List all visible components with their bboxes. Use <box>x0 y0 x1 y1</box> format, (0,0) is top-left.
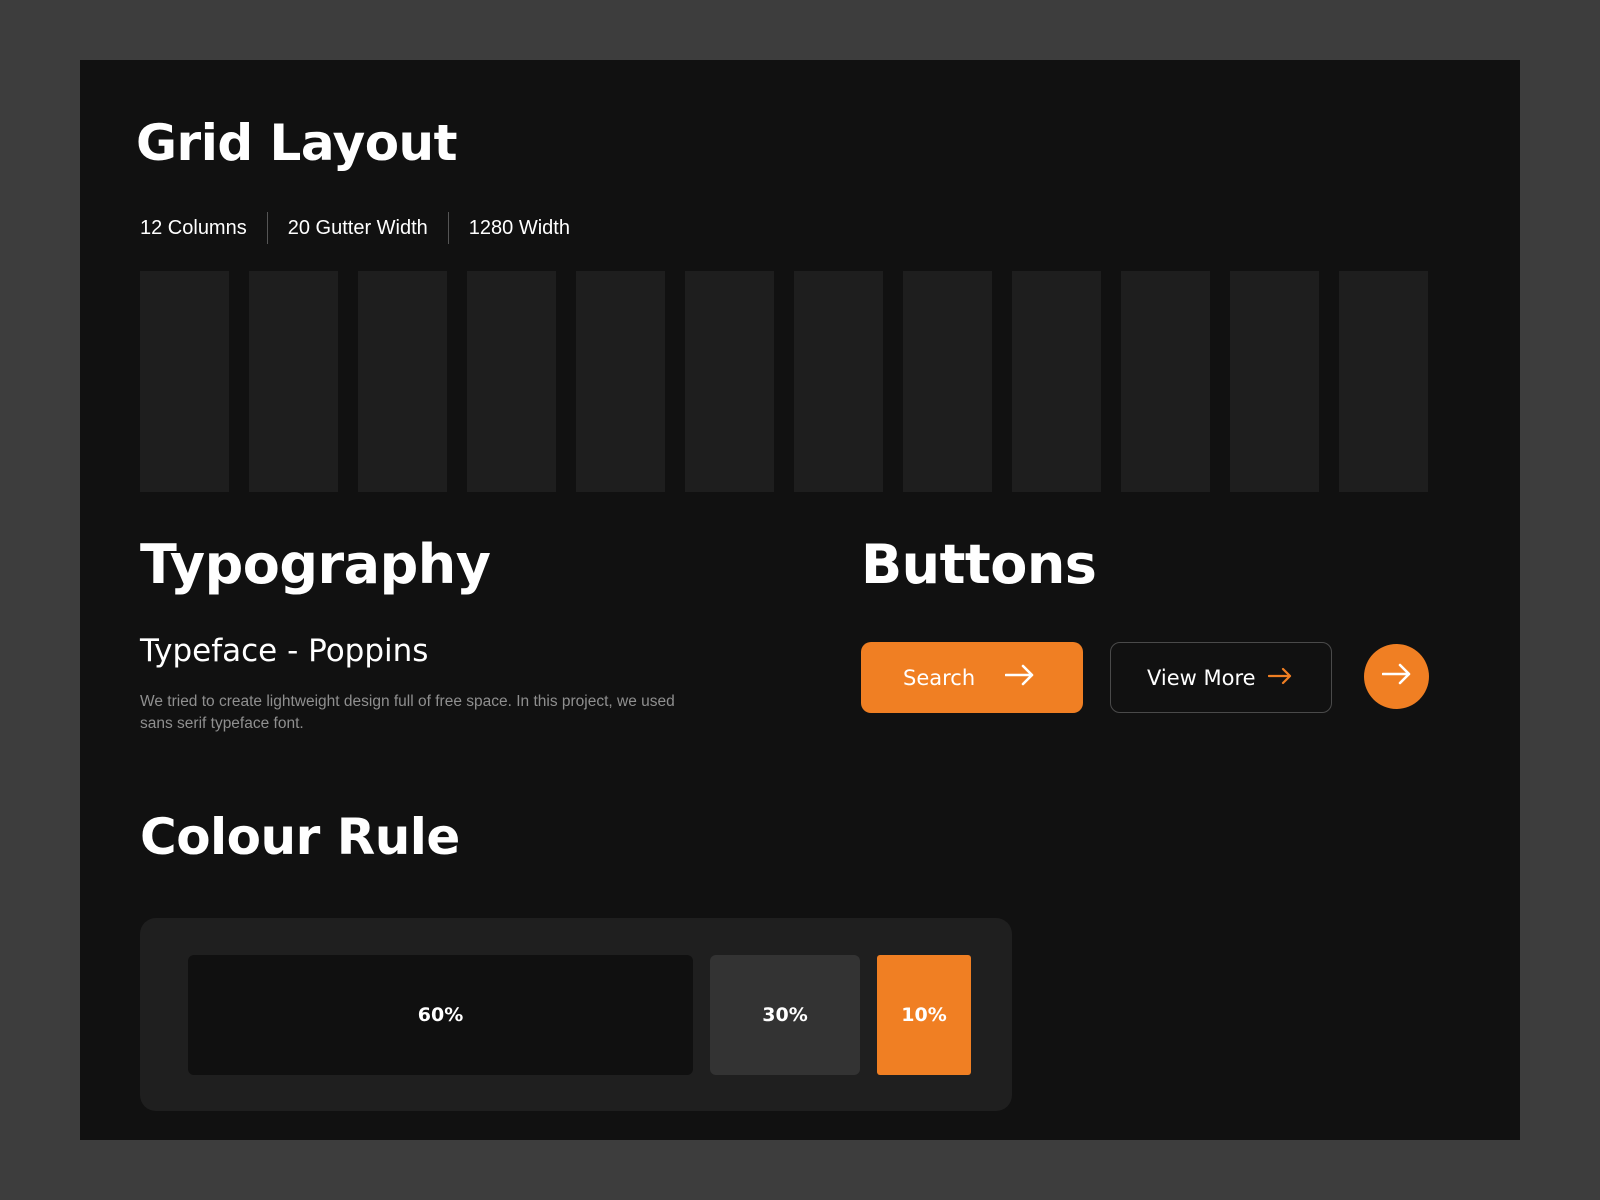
grid-specs: 12 Columns 20 Gutter Width 1280 Width <box>140 212 570 244</box>
grid-column <box>685 271 774 492</box>
grid-column <box>794 271 883 492</box>
search-button-label: Search <box>903 665 976 690</box>
arrow-circle-button[interactable] <box>1364 644 1429 709</box>
grid-column <box>467 271 556 492</box>
grid-column <box>358 271 447 492</box>
spec-divider <box>266 212 268 244</box>
style-guide-board: Grid Layout 12 Columns 20 Gutter Width 1… <box>80 60 1520 1140</box>
view-more-button-label: View More <box>1147 665 1256 690</box>
grid-column <box>1230 271 1319 492</box>
grid-column <box>1121 271 1210 492</box>
typography-description: We tried to create lightweight design fu… <box>140 693 675 732</box>
spec-width: 1280 Width <box>468 216 570 239</box>
typeface-name: Typeface - Poppins <box>140 633 429 669</box>
arrow-right-icon <box>1267 666 1292 690</box>
swatch-60: 60% <box>188 955 693 1075</box>
arrow-right-icon <box>1004 664 1035 691</box>
spec-divider <box>447 212 449 244</box>
view-more-button[interactable]: View More <box>1110 642 1332 713</box>
colour-rule-panel: 60% 30% 10% <box>140 918 1012 1111</box>
grid-column <box>140 271 229 492</box>
buttons-heading: Buttons <box>861 533 1097 596</box>
spec-gutter-width: 20 Gutter Width <box>287 216 428 239</box>
swatch-30: 30% <box>710 955 860 1075</box>
grid-layout-heading: Grid Layout <box>136 114 458 172</box>
grid-column <box>249 271 338 492</box>
typography-heading: Typography <box>140 533 491 596</box>
grid-columns <box>140 271 1429 492</box>
colour-rule-heading: Colour Rule <box>140 808 460 866</box>
search-button[interactable]: Search <box>861 642 1083 713</box>
grid-column <box>1012 271 1101 492</box>
grid-column <box>903 271 992 492</box>
spec-columns: 12 Columns <box>140 216 247 239</box>
grid-column <box>576 271 665 492</box>
grid-column <box>1339 271 1428 492</box>
swatch-10: 10% <box>877 955 971 1075</box>
arrow-right-icon <box>1381 663 1412 690</box>
